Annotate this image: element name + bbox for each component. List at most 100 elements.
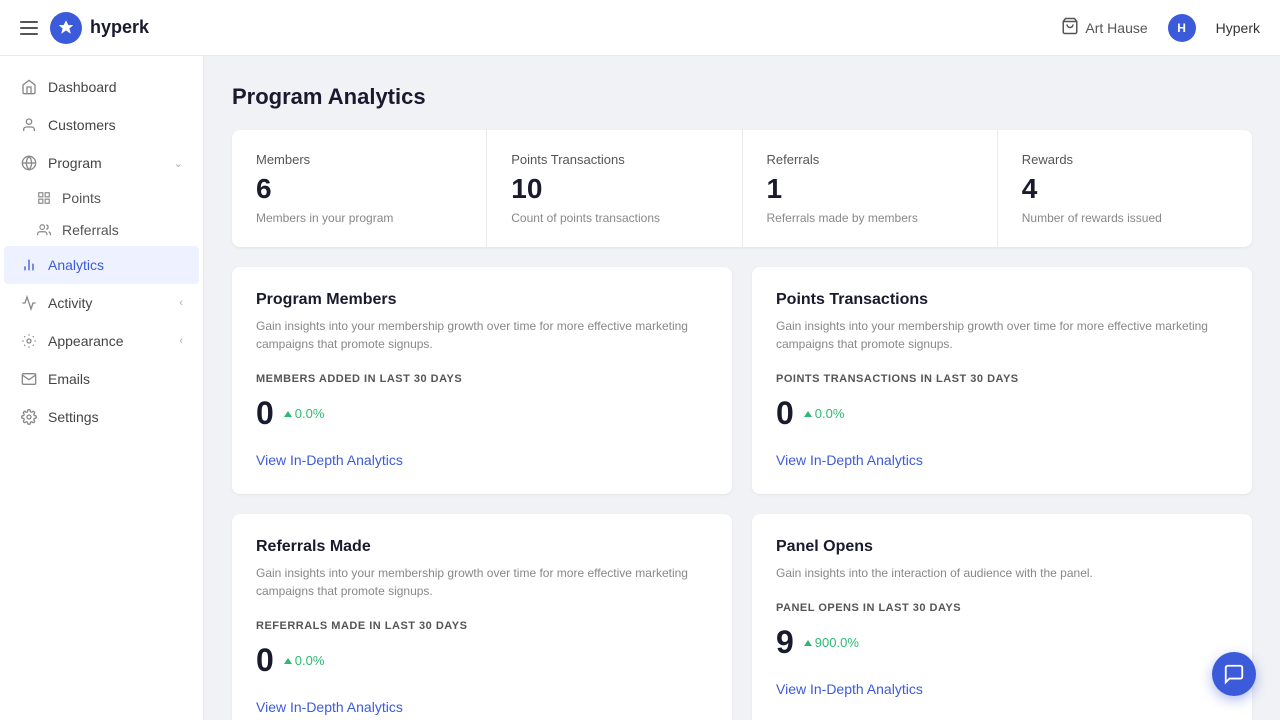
sidebar-item-appearance[interactable]: Appearance ‹ [4,322,199,360]
chevron-left-icon-activity: ‹ [179,297,183,309]
card-panel-opens-metric-row: 9 900.0% [776,624,1228,661]
sidebar-label-referrals: Referrals [62,222,119,238]
card-panel-opens-metric-value: 9 [776,624,794,661]
chevron-down-icon: ⌄ [174,157,183,170]
card-points-transactions-metric-row: 0 0.0% [776,395,1228,432]
page-title: Program Analytics [232,84,1252,110]
sidebar-item-points[interactable]: Points [0,182,203,214]
logo-icon [50,12,82,44]
topnav: hyperk Art Hause H Hyperk [0,0,1280,56]
stat-rewards-label: Rewards [1022,152,1228,167]
card-referrals-made-metric-row: 0 0.0% [256,642,708,679]
activity-icon [20,294,38,312]
sidebar-item-customers[interactable]: Customers [4,106,199,144]
sidebar-label-dashboard: Dashboard [48,79,183,95]
card-referrals-made-metric-label: REFERRALS MADE IN LAST 30 DAYS [256,620,708,632]
arrow-up-icon [284,411,292,417]
cart-icon [1061,17,1079,38]
card-points-transactions-title: Points Transactions [776,291,1228,309]
stat-members: Members 6 Members in your program [232,130,487,247]
bar-chart-icon [20,256,38,274]
logo[interactable]: hyperk [50,12,149,44]
stat-referrals-value: 1 [767,173,973,205]
sidebar-label-emails: Emails [48,371,183,387]
card-panel-opens-metric-change: 900.0% [804,635,859,650]
sidebar-item-program[interactable]: Program ⌄ [4,144,199,182]
stat-rewards-desc: Number of rewards issued [1022,211,1228,225]
settings-icon [20,408,38,426]
sidebar-item-dashboard[interactable]: Dashboard [4,68,199,106]
logo-text: hyperk [90,17,149,38]
sidebar-item-emails[interactable]: Emails [4,360,199,398]
card-referrals-made-metric-change: 0.0% [284,653,325,668]
sidebar-label-appearance: Appearance [48,333,169,349]
card-panel-opens-link[interactable]: View In-Depth Analytics [776,681,923,697]
user-icon [20,116,38,134]
card-program-members-link[interactable]: View In-Depth Analytics [256,452,403,468]
email-icon [20,370,38,388]
stat-referrals-desc: Referrals made by members [767,211,973,225]
card-referrals-made-desc: Gain insights into your membership growt… [256,564,708,600]
card-points-transactions-metric-value: 0 [776,395,794,432]
sidebar-label-customers: Customers [48,117,183,133]
arrow-up-icon [284,658,292,664]
card-panel-opens-title: Panel Opens [776,538,1228,556]
card-panel-opens: Panel Opens Gain insights into the inter… [752,514,1252,720]
stat-members-label: Members [256,152,462,167]
card-program-members-metric-label: MEMBERS ADDED IN LAST 30 DAYS [256,373,708,385]
card-program-members-metric-value: 0 [256,395,274,432]
sidebar-item-analytics[interactable]: Analytics [4,246,199,284]
user-group-icon [36,222,52,238]
card-program-members-desc: Gain insights into your membership growt… [256,317,708,353]
sidebar-label-points: Points [62,190,101,206]
grid-icon [36,190,52,206]
layout: Dashboard Customers Program ⌄ Points [0,56,1280,720]
card-points-transactions-desc: Gain insights into your membership growt… [776,317,1228,353]
sidebar: Dashboard Customers Program ⌄ Points [0,56,204,720]
topnav-left: hyperk [20,12,149,44]
card-program-members-metric-change: 0.0% [284,406,325,421]
card-points-transactions: Points Transactions Gain insights into y… [752,267,1252,494]
arrow-up-icon [804,411,812,417]
card-referrals-made-title: Referrals Made [256,538,708,556]
sidebar-label-settings: Settings [48,409,183,425]
sidebar-item-activity[interactable]: Activity ‹ [4,284,199,322]
stat-points-desc: Count of points transactions [511,211,717,225]
sidebar-label-program: Program [48,155,164,171]
card-referrals-made: Referrals Made Gain insights into your m… [232,514,732,720]
card-points-transactions-metric-label: POINTS TRANSACTIONS IN LAST 30 DAYS [776,373,1228,385]
card-referrals-made-metric-value: 0 [256,642,274,679]
menu-button[interactable] [20,21,38,35]
stat-points: Points Transactions 10 Count of points t… [487,130,742,247]
user-avatar: H [1168,14,1196,42]
stat-members-desc: Members in your program [256,211,462,225]
main-content: Program Analytics Members 6 Members in y… [204,56,1280,720]
sidebar-label-analytics: Analytics [48,257,183,273]
card-points-transactions-link[interactable]: View In-Depth Analytics [776,452,923,468]
card-panel-opens-desc: Gain insights into the interaction of au… [776,564,1228,582]
cards-grid: Program Members Gain insights into your … [232,267,1252,720]
store-name: Art Hause [1085,20,1147,36]
sidebar-label-activity: Activity [48,295,169,311]
chat-bubble[interactable] [1212,652,1256,696]
stat-points-value: 10 [511,173,717,205]
store-selector[interactable]: Art Hause [1061,17,1147,38]
arrow-up-icon [804,640,812,646]
stat-rewards-value: 4 [1022,173,1228,205]
globe-icon [20,154,38,172]
topnav-right: Art Hause H Hyperk [1061,14,1260,42]
card-program-members: Program Members Gain insights into your … [232,267,732,494]
user-name: Hyperk [1216,20,1260,36]
stat-members-value: 6 [256,173,462,205]
appearance-icon [20,332,38,350]
card-referrals-made-link[interactable]: View In-Depth Analytics [256,699,403,715]
stat-referrals-label: Referrals [767,152,973,167]
sidebar-item-referrals[interactable]: Referrals [0,214,203,246]
stat-points-label: Points Transactions [511,152,717,167]
chevron-left-icon-appearance: ‹ [179,335,183,347]
stats-row: Members 6 Members in your program Points… [232,130,1252,247]
card-program-members-metric-row: 0 0.0% [256,395,708,432]
sidebar-item-settings[interactable]: Settings [4,398,199,436]
card-panel-opens-metric-label: PANEL OPENS IN LAST 30 DAYS [776,602,1228,614]
home-icon [20,78,38,96]
